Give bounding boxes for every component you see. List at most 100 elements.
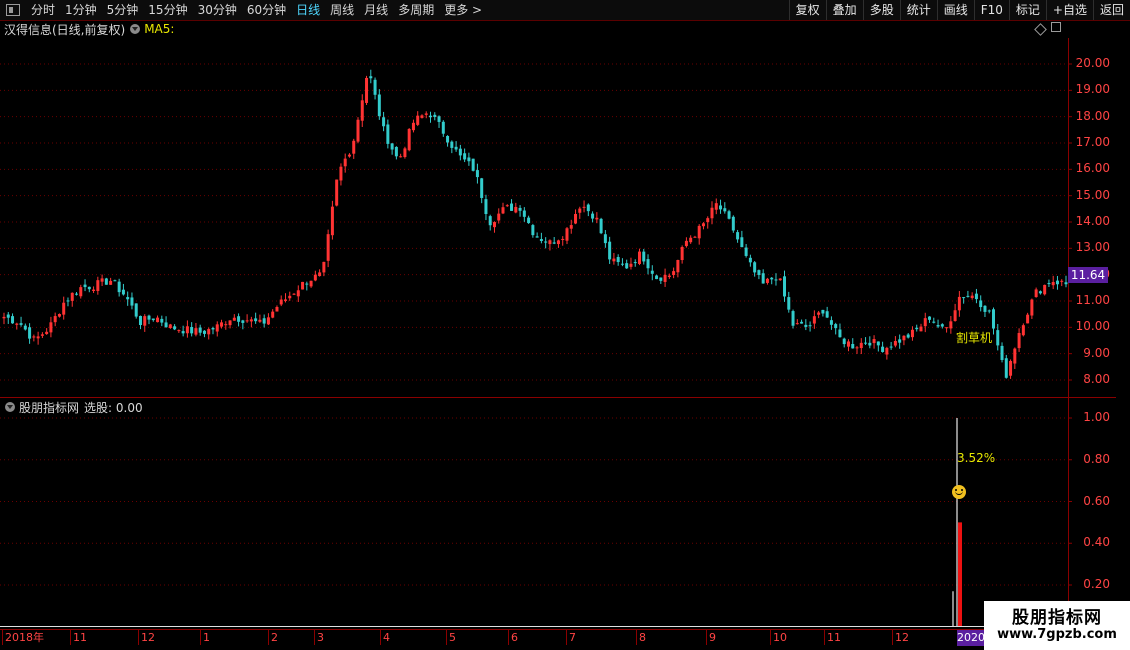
last-price-tag: 11.64 (1068, 267, 1108, 283)
select-value: 选股: 0.00 (84, 400, 143, 415)
smiley-icon (952, 485, 966, 499)
signal-annotation: 割草机 (956, 331, 993, 345)
candle-body (318, 272, 322, 277)
candle-body (800, 321, 804, 324)
candle-body (275, 306, 279, 312)
candle-body (330, 206, 334, 236)
candle-body (659, 277, 663, 281)
candle-body (138, 315, 142, 325)
candle-body (134, 303, 138, 317)
indicator-tick-label: 0.20 (1083, 577, 1110, 591)
candle-body (859, 342, 863, 349)
candle-body (663, 274, 667, 282)
candle-body (254, 318, 258, 322)
candle-body (11, 316, 15, 324)
right-info-strip (1116, 20, 1130, 650)
candle-body (783, 276, 787, 297)
candle-body (386, 124, 390, 144)
candle-body (633, 262, 637, 264)
candle-body (970, 295, 974, 298)
restore-rights-button[interactable]: 复权 (788, 0, 826, 20)
tab-intraday[interactable]: 分时 (26, 0, 60, 20)
main-chart-header: 汉得信息(日线,前复权) MA5: (0, 20, 174, 38)
mark-button[interactable]: 标记 (1008, 0, 1046, 20)
candle-body (928, 316, 932, 320)
candle-body (19, 323, 23, 325)
indicator-tick-label: 1.00 (1083, 410, 1110, 424)
candle-body (446, 135, 450, 143)
candle-body (574, 213, 578, 224)
statistics-button[interactable]: 统计 (899, 0, 937, 20)
tab-more[interactable]: 更多 > (439, 0, 487, 20)
panel-controls (1034, 22, 1061, 36)
candle-body (569, 225, 573, 229)
candle-body (1017, 332, 1021, 349)
candle-body (347, 154, 351, 157)
chevron-down-icon[interactable] (130, 24, 141, 34)
f10-button[interactable]: F10 (973, 0, 1009, 20)
chevron-down-icon[interactable] (5, 402, 15, 412)
tab-15min[interactable]: 15分钟 (143, 0, 192, 20)
candle-body (62, 302, 66, 315)
candlestick-chart[interactable] (0, 0, 1130, 650)
candle-body (637, 251, 641, 264)
candle-body (753, 262, 757, 273)
candle-body (173, 326, 177, 330)
candle-body (979, 300, 983, 308)
window-icon[interactable] (6, 4, 20, 16)
tab-monthly[interactable]: 月线 (359, 0, 393, 20)
candle-body (505, 205, 509, 207)
candle-body (868, 342, 872, 346)
candle-body (522, 210, 526, 217)
percent-label: 3.52% (957, 451, 996, 465)
candle-body (957, 296, 961, 311)
price-tick-label: 20.00 (1075, 56, 1110, 70)
candle-body (846, 341, 850, 347)
overlay-button[interactable]: 叠加 (825, 0, 863, 20)
candle-body (241, 320, 245, 323)
date-tick-label: 9 (706, 630, 716, 645)
candle-body (126, 297, 130, 300)
tab-30min[interactable]: 30分钟 (193, 0, 242, 20)
tab-weekly[interactable]: 周线 (325, 0, 359, 20)
candle-body (399, 156, 403, 158)
add-watchlist-button[interactable]: +自选 (1045, 0, 1093, 20)
candle-body (441, 121, 445, 134)
indicator-title: 股朋指标网 (19, 400, 80, 415)
price-tick-label: 10.00 (1075, 319, 1110, 334)
candle-body (842, 338, 846, 345)
candle-body (701, 223, 705, 227)
candle-body (15, 323, 19, 325)
candle-body (829, 320, 833, 325)
multi-stock-button[interactable]: 多股 (862, 0, 900, 20)
candle-body (390, 143, 394, 150)
candle-body (207, 329, 211, 335)
candle-body (616, 257, 620, 263)
candle-body (723, 208, 727, 212)
date-tick-label: 12 (892, 630, 909, 645)
back-button[interactable]: 返回 (1092, 0, 1130, 20)
candle-body (706, 218, 710, 223)
candle-body (2, 316, 6, 319)
candle-body (382, 117, 386, 127)
candle-body (156, 317, 160, 323)
tab-daily[interactable]: 日线 (291, 0, 325, 20)
candle-body (646, 259, 650, 269)
candle-body (433, 114, 437, 117)
diamond-icon[interactable] (1034, 23, 1047, 36)
candle-body (1055, 280, 1059, 285)
tab-multi-period[interactable]: 多周期 (393, 0, 439, 20)
tab-5min[interactable]: 5分钟 (102, 0, 144, 20)
candle-body (936, 325, 940, 327)
maximize-icon[interactable] (1051, 22, 1061, 32)
candle-body (872, 339, 876, 344)
candle-body (655, 275, 659, 280)
candle-body (168, 324, 172, 328)
candle-body (556, 240, 560, 245)
candle-body (352, 140, 356, 154)
tab-60min[interactable]: 60分钟 (242, 0, 291, 20)
candle-body (898, 339, 902, 343)
candle-body (283, 299, 287, 301)
tab-1min[interactable]: 1分钟 (60, 0, 102, 20)
draw-line-button[interactable]: 画线 (936, 0, 974, 20)
